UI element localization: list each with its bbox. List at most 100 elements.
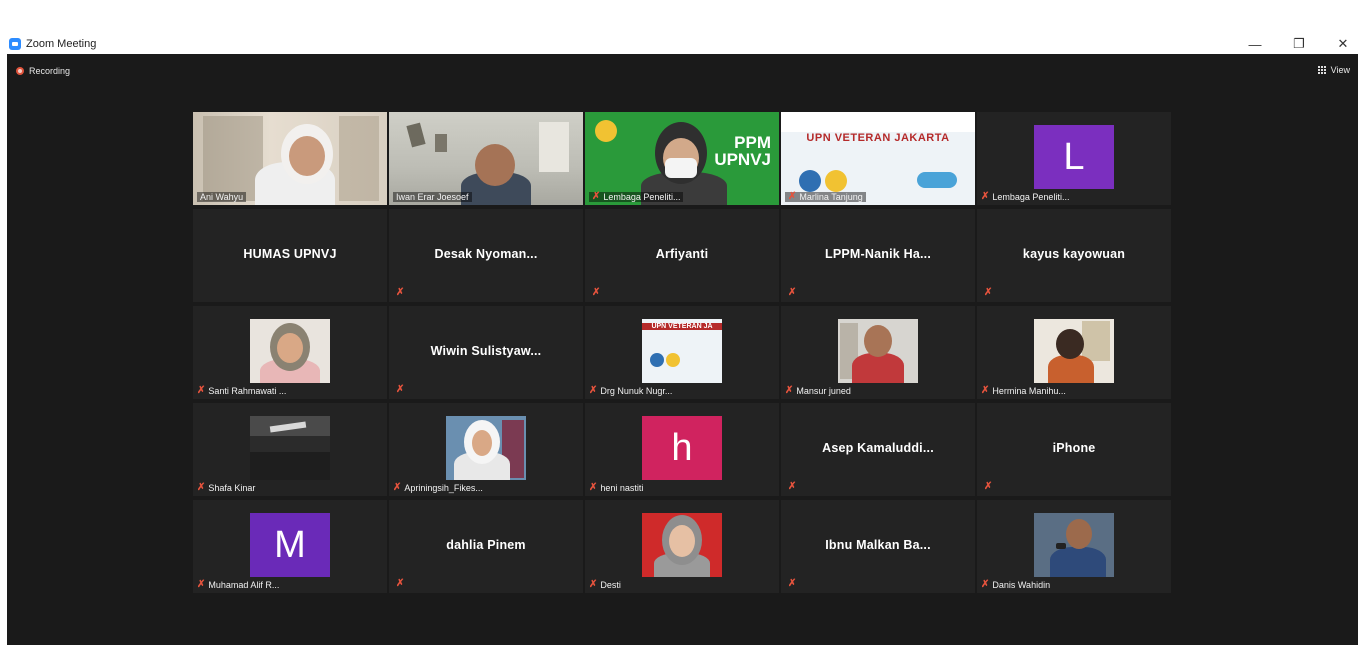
participant-name: ✗ Muhamad Alif R...	[197, 579, 280, 591]
recording-label: Recording	[29, 66, 71, 76]
participant-photo	[250, 416, 330, 480]
participant-tile[interactable]: ✗ Danis Wahidin	[977, 500, 1171, 593]
participant-tile[interactable]: ✗ Mansur juned	[781, 306, 975, 399]
muted-mic-icon: ✗	[984, 481, 993, 492]
participant-tile[interactable]: kayus kayowuan ✗	[977, 209, 1171, 302]
participant-photo	[1034, 319, 1114, 383]
participant-tile[interactable]: PPM UPNVJ ✗ Lembaga Peneliti...	[585, 112, 779, 205]
participant-tile[interactable]: Iwan Erar Joesoef	[389, 112, 583, 205]
recording-indicator[interactable]: Recording	[16, 66, 70, 76]
participant-tile[interactable]: h ✗ heni nastiti	[585, 403, 779, 496]
participant-photo	[1034, 513, 1114, 577]
participant-tile[interactable]: HUMAS UPNVJ	[193, 209, 387, 302]
muted-mic-icon: ✗	[396, 287, 405, 298]
muted-mic-icon: ✗	[592, 191, 601, 202]
muted-mic-icon: ✗	[981, 579, 990, 590]
participant-name: Iwan Erar Joesoef	[393, 192, 472, 202]
muted-mic-icon: ✗	[589, 385, 598, 396]
participant-name: ✗ Danis Wahidin	[981, 579, 1051, 591]
grid-view-icon	[1317, 65, 1327, 75]
participant-avatar: L	[1034, 125, 1114, 189]
participant-name: ✗ Lembaga Peneliti...	[981, 191, 1070, 203]
muted-mic-icon: ✗	[788, 578, 797, 589]
muted-mic-icon: ✗	[788, 481, 797, 492]
participant-avatar: M	[250, 513, 330, 577]
participant-name: ✗ Hermina Manihu...	[981, 385, 1066, 397]
window-title: Zoom Meeting	[26, 38, 97, 50]
participant-name: Arfiyanti	[655, 247, 709, 261]
participant-photo	[838, 319, 918, 383]
upn-banner-text: UPN VETERAN JA	[642, 323, 722, 330]
muted-mic-icon: ✗	[396, 578, 405, 589]
participant-tile[interactable]: Ani Wahyu	[193, 112, 387, 205]
participant-name: kayus kayowuan	[1022, 247, 1126, 261]
muted-mic-icon: ✗	[396, 384, 405, 395]
participant-name: iPhone	[1052, 441, 1096, 455]
close-button[interactable]: ✕	[1335, 36, 1351, 52]
participant-tile[interactable]: ✗ Apriningsih_Fikes...	[389, 403, 583, 496]
participant-tile[interactable]: LPPM-Nanik Ha... ✗	[781, 209, 975, 302]
participant-name: Ani Wahyu	[197, 192, 247, 202]
participant-name: ✗ Marlina Tanjung	[785, 192, 866, 202]
muted-mic-icon: ✗	[197, 385, 206, 396]
participant-name: LPPM-Nanik Ha...	[825, 247, 931, 261]
participant-name: ✗ Apriningsih_Fikes...	[393, 482, 483, 494]
muted-mic-icon: ✗	[788, 287, 797, 298]
muted-mic-icon: ✗	[981, 385, 990, 396]
participant-name: dahlia Pinem	[446, 538, 526, 552]
participant-name: ✗ Shafa Kinar	[197, 482, 256, 494]
participant-tile[interactable]: Ibnu Malkan Ba... ✗	[781, 500, 975, 593]
window-controls: — ❐ ✕	[1247, 34, 1351, 54]
view-label: View	[1330, 65, 1350, 75]
view-button[interactable]: View	[1317, 65, 1350, 75]
participant-name: Wiwin Sulistyaw...	[430, 344, 542, 358]
participant-tile[interactable]: Desak Nyoman... ✗	[389, 209, 583, 302]
window-titlebar: Zoom Meeting — ❐ ✕	[0, 34, 1365, 54]
muted-mic-icon: ✗	[197, 579, 206, 590]
participant-tile[interactable]: ✗ Santi Rahmawati ...	[193, 306, 387, 399]
restore-button[interactable]: ❐	[1291, 36, 1307, 52]
participant-tile[interactable]: UPN VETERAN JAKARTA ✗ Marlina Tanjung	[781, 112, 975, 205]
participant-tile[interactable]: ✗ Desti	[585, 500, 779, 593]
participant-name: ✗ Drg Nunuk Nugr...	[589, 385, 673, 397]
participant-avatar: h	[642, 416, 722, 480]
muted-mic-icon: ✗	[197, 482, 206, 493]
muted-mic-icon: ✗	[788, 191, 797, 202]
participant-name: HUMAS UPNVJ	[243, 247, 337, 261]
participant-tile[interactable]: iPhone ✗	[977, 403, 1171, 496]
muted-mic-icon: ✗	[393, 482, 402, 493]
participant-name: Ibnu Malkan Ba...	[825, 538, 931, 552]
participant-tile[interactable]: dahlia Pinem ✗	[389, 500, 583, 593]
muted-mic-icon: ✗	[984, 287, 993, 298]
minimize-button[interactable]: —	[1247, 37, 1263, 52]
participant-photo	[642, 513, 722, 577]
participant-tile[interactable]: L ✗ Lembaga Peneliti...	[977, 112, 1171, 205]
participant-tile[interactable]: Wiwin Sulistyaw... ✗	[389, 306, 583, 399]
muted-mic-icon: ✗	[592, 287, 601, 298]
zoom-app-icon	[9, 38, 21, 50]
participant-name: ✗ Mansur juned	[785, 385, 851, 397]
participant-tile[interactable]: Arfiyanti ✗	[585, 209, 779, 302]
meeting-area: Recording View Ani Wahyu Iwan Erar Joeso…	[7, 54, 1358, 645]
participant-tile[interactable]: ✗ Shafa Kinar	[193, 403, 387, 496]
participant-name: Asep Kamaluddi...	[822, 441, 934, 455]
muted-mic-icon: ✗	[981, 191, 990, 202]
participant-photo	[446, 416, 526, 480]
recording-icon	[16, 67, 24, 75]
upn-banner-text: UPN VETERAN JAKARTA	[806, 132, 950, 144]
muted-mic-icon: ✗	[589, 579, 598, 590]
participant-name: Desak Nyoman...	[434, 247, 538, 261]
participant-photo: UPN VETERAN JA	[642, 319, 722, 383]
participant-tile[interactable]: UPN VETERAN JA ✗ Drg Nunuk Nugr...	[585, 306, 779, 399]
upnvj-logo-text: UPNVJ	[714, 150, 771, 169]
participant-name: ✗ Desti	[589, 579, 621, 591]
muted-mic-icon: ✗	[589, 482, 598, 493]
ppm-logo-text: PPM	[734, 133, 771, 152]
participant-tile[interactable]: ✗ Hermina Manihu...	[977, 306, 1171, 399]
participant-name: ✗ heni nastiti	[589, 482, 644, 494]
muted-mic-icon: ✗	[785, 385, 794, 396]
participant-tile[interactable]: Asep Kamaluddi... ✗	[781, 403, 975, 496]
participant-tile[interactable]: M ✗ Muhamad Alif R...	[193, 500, 387, 593]
participant-name: ✗ Lembaga Peneliti...	[589, 191, 684, 202]
participant-name: ✗ Santi Rahmawati ...	[197, 385, 287, 397]
